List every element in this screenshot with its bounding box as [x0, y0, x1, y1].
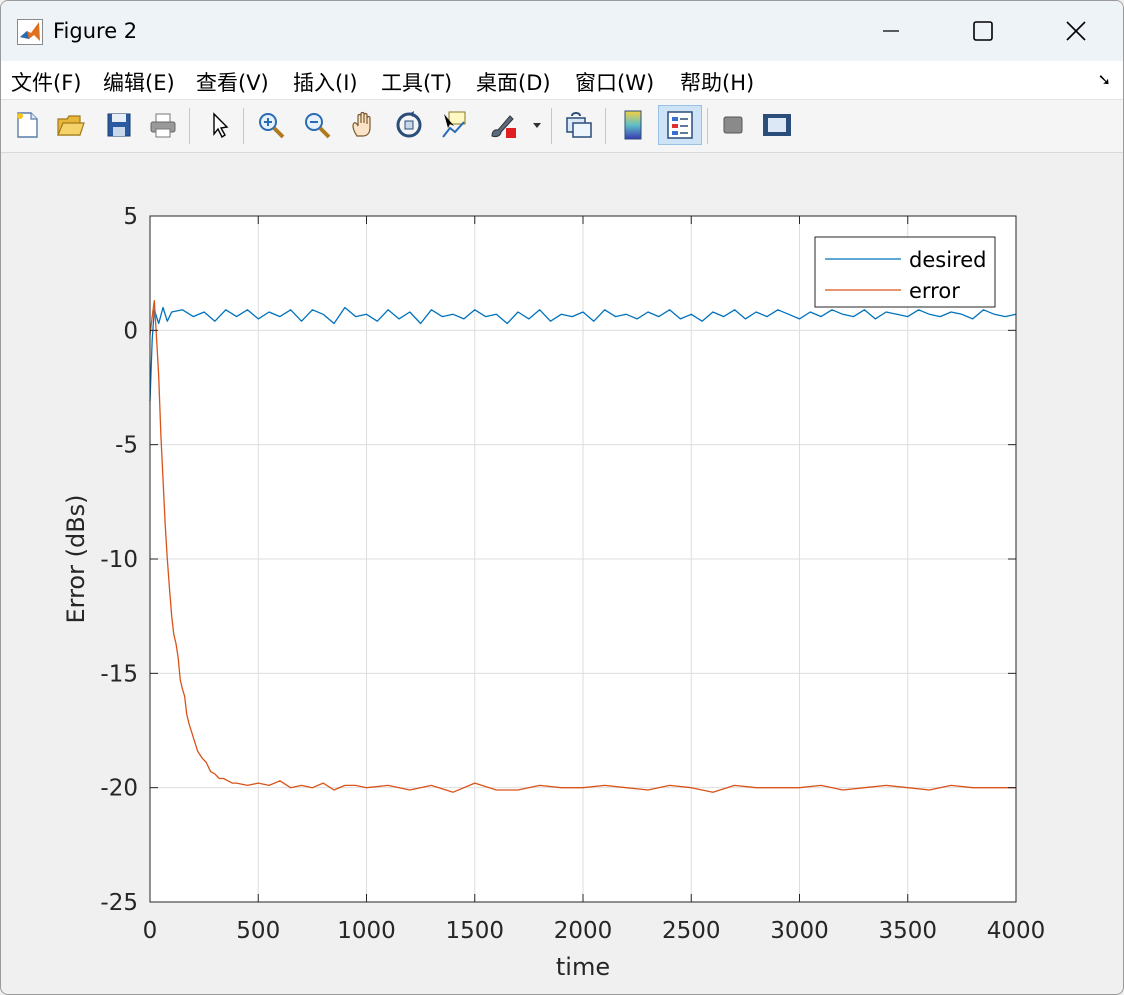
- legend-label-error: error: [909, 279, 960, 303]
- pointer-icon[interactable]: [201, 106, 237, 144]
- x-tick-label: 3000: [770, 918, 829, 944]
- x-tick-label: 500: [236, 918, 280, 944]
- toolbar: [1, 100, 1123, 153]
- show-plot-tools-icon[interactable]: [759, 106, 795, 144]
- toolbar-separator: [189, 108, 190, 144]
- x-axis-label: time: [556, 953, 610, 981]
- menu-file[interactable]: 文件(F): [11, 67, 81, 97]
- title-bar: Figure 2: [1, 1, 1123, 61]
- y-tick-label: 0: [123, 318, 138, 344]
- x-tick-label: 3500: [878, 918, 937, 944]
- link-plot-icon[interactable]: [561, 106, 597, 144]
- minimize-icon: [883, 30, 899, 32]
- y-tick-label: -5: [115, 433, 138, 459]
- zoom-out-icon[interactable]: [299, 106, 335, 144]
- legend-label-desired: desired: [909, 248, 986, 272]
- minimize-button[interactable]: [861, 9, 921, 53]
- matlab-logo-icon: [17, 19, 43, 45]
- y-tick-label: -15: [100, 661, 138, 687]
- x-tick-label: 4000: [987, 918, 1046, 944]
- dock-arrow-icon[interactable]: ➘: [1098, 70, 1111, 89]
- menu-bar: 文件(F) 编辑(E) 查看(V) 插入(I) 工具(T) 桌面(D) 窗口(W…: [1, 61, 1123, 100]
- menu-tools[interactable]: 工具(T): [381, 67, 452, 97]
- new-figure-icon[interactable]: [9, 106, 45, 144]
- legend-icon[interactable]: [658, 105, 702, 145]
- x-tick-label: 1000: [337, 918, 396, 944]
- pan-hand-icon[interactable]: [345, 106, 381, 144]
- figure-canvas: 0 500 1000 1500 2000 2500 3000 3500 4000 5 0 -5 -10 -…: [62, 204, 1046, 981]
- window-title: Figure 2: [53, 19, 138, 43]
- maximize-button[interactable]: [953, 9, 1013, 53]
- x-tick-label: 2500: [662, 918, 721, 944]
- y-tick-label: -20: [100, 776, 138, 802]
- brush-icon[interactable]: [485, 106, 521, 144]
- menu-insert[interactable]: 插入(I): [293, 67, 358, 97]
- toolbar-separator: [707, 108, 708, 144]
- brush-dropdown-arrow[interactable]: [527, 106, 547, 144]
- menu-view[interactable]: 查看(V): [196, 67, 269, 97]
- x-tick-label: 0: [143, 918, 158, 944]
- save-icon[interactable]: [101, 106, 137, 144]
- menu-window[interactable]: 窗口(W): [575, 67, 654, 97]
- close-button[interactable]: [1046, 9, 1106, 53]
- zoom-in-icon[interactable]: [253, 106, 289, 144]
- y-tick-label: -25: [100, 890, 138, 916]
- open-file-icon[interactable]: [53, 106, 89, 144]
- toolbar-separator: [551, 108, 552, 144]
- hide-plot-tools-icon[interactable]: [715, 106, 751, 144]
- x-tick-label: 2000: [554, 918, 613, 944]
- x-tick-label: 1500: [445, 918, 504, 944]
- toolbar-separator: [243, 108, 244, 144]
- y-tick-label: -10: [100, 547, 138, 573]
- print-icon[interactable]: [145, 106, 181, 144]
- menu-desktop[interactable]: 桌面(D): [476, 67, 551, 97]
- close-icon: [1066, 21, 1086, 41]
- y-axis-label: Error (dBs): [62, 494, 90, 623]
- menu-help[interactable]: 帮助(H): [680, 67, 754, 97]
- rotate-3d-icon[interactable]: [391, 106, 427, 144]
- menu-edit[interactable]: 编辑(E): [103, 67, 175, 97]
- colorbar-icon[interactable]: [615, 106, 651, 144]
- figure-window: Figure 2 文件(F) 编辑(E) 查看(V) 插入(I) 工具(T) 桌…: [0, 0, 1124, 995]
- toolbar-separator: [605, 108, 606, 144]
- data-cursor-icon[interactable]: [437, 106, 473, 144]
- y-tick-label: 5: [123, 204, 138, 230]
- maximize-icon: [973, 21, 993, 41]
- legend: desired error: [814, 236, 996, 308]
